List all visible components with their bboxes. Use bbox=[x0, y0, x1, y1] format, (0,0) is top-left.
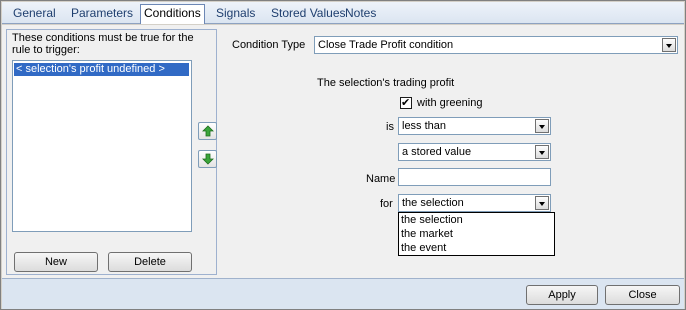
compare-to-value: a stored value bbox=[402, 146, 472, 158]
dropdown-option-event[interactable]: the event bbox=[399, 241, 554, 255]
tab-conditions[interactable]: Conditions bbox=[140, 4, 205, 24]
for-value: the selection bbox=[402, 197, 464, 209]
name-field[interactable] bbox=[398, 168, 551, 186]
condition-type-select[interactable]: Close Trade Profit condition bbox=[314, 36, 678, 54]
conditions-group-title: These conditions must be true for the ru… bbox=[12, 32, 194, 56]
with-greening-checkbox[interactable] bbox=[400, 96, 412, 109]
chevron-down-icon[interactable] bbox=[535, 119, 549, 133]
tab-strip: General Parameters Conditions Signals St… bbox=[2, 2, 684, 24]
conditions-group: These conditions must be true for the ru… bbox=[6, 29, 217, 275]
tab-content: These conditions must be true for the ru… bbox=[2, 25, 684, 278]
dropdown-option-market[interactable]: the market bbox=[399, 227, 554, 241]
profit-heading: The selection's trading profit bbox=[317, 77, 455, 89]
compare-to-select[interactable]: a stored value bbox=[398, 143, 551, 161]
tab-stored-values[interactable]: Stored Values bbox=[268, 5, 349, 23]
chevron-down-icon[interactable] bbox=[535, 196, 549, 210]
condition-type-value: Close Trade Profit condition bbox=[318, 39, 454, 51]
with-greening-label: with greening bbox=[417, 97, 483, 109]
new-button[interactable]: New bbox=[14, 252, 98, 272]
for-select[interactable]: the selection bbox=[398, 194, 551, 212]
tab-notes[interactable]: Notes bbox=[342, 5, 379, 23]
move-down-button[interactable] bbox=[198, 150, 217, 168]
close-button[interactable]: Close bbox=[605, 285, 680, 305]
chevron-down-icon[interactable] bbox=[535, 145, 549, 159]
dialog-footer: Apply Close bbox=[2, 278, 684, 309]
delete-button[interactable]: Delete bbox=[108, 252, 192, 272]
comparison-value: less than bbox=[402, 120, 447, 132]
for-label: for bbox=[380, 198, 393, 210]
comparison-select[interactable]: less than bbox=[398, 117, 551, 135]
dropdown-option-selection[interactable]: the selection bbox=[399, 213, 554, 227]
is-label: is bbox=[386, 121, 394, 133]
conditions-list[interactable]: < selection's profit undefined > bbox=[12, 60, 192, 232]
for-dropdown-list: the selection the market the event bbox=[398, 212, 555, 256]
tab-signals[interactable]: Signals bbox=[213, 5, 258, 23]
rule-editor-window: General Parameters Conditions Signals St… bbox=[0, 0, 686, 310]
apply-button[interactable]: Apply bbox=[526, 285, 598, 305]
tab-parameters[interactable]: Parameters bbox=[68, 5, 136, 23]
move-up-button[interactable] bbox=[198, 122, 217, 140]
tab-general[interactable]: General bbox=[10, 5, 59, 23]
name-label: Name bbox=[366, 173, 396, 185]
list-item[interactable]: < selection's profit undefined > bbox=[14, 63, 189, 76]
condition-type-label: Condition Type bbox=[232, 39, 306, 51]
chevron-down-icon[interactable] bbox=[662, 38, 676, 52]
